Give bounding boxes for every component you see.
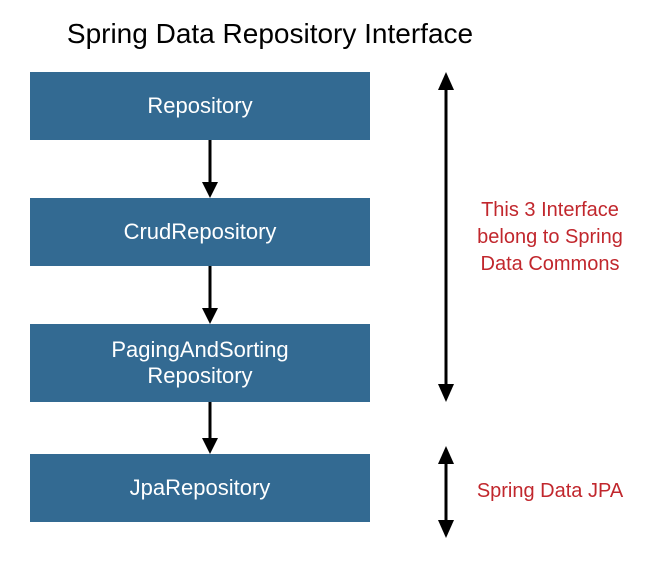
annotation-jpa: Spring Data JPA	[465, 478, 635, 505]
box-repository: Repository	[30, 72, 370, 140]
annotation-commons: This 3 Interface belong to Spring Data C…	[460, 197, 640, 278]
paging-label: PagingAndSorting Repository	[111, 337, 288, 390]
bracket-commons	[434, 72, 458, 407]
bracket-jpa	[434, 446, 458, 543]
annotation-commons-line2: belong to Spring	[477, 226, 623, 248]
box-jpa-repository: JpaRepository	[30, 454, 370, 522]
box-paging-and-sorting: PagingAndSorting Repository	[30, 324, 370, 402]
box-crud-repository: CrudRepository	[30, 198, 370, 266]
annotation-commons-line1: This 3 Interface	[481, 199, 619, 221]
paging-line2: Repository	[147, 363, 252, 388]
annotation-commons-line3: Data Commons	[481, 253, 620, 275]
diagram-container: Repository CrudRepository PagingAndSorti…	[0, 62, 650, 582]
paging-line1: PagingAndSorting	[111, 337, 288, 362]
diagram-title: Spring Data Repository Interface	[0, 0, 540, 62]
